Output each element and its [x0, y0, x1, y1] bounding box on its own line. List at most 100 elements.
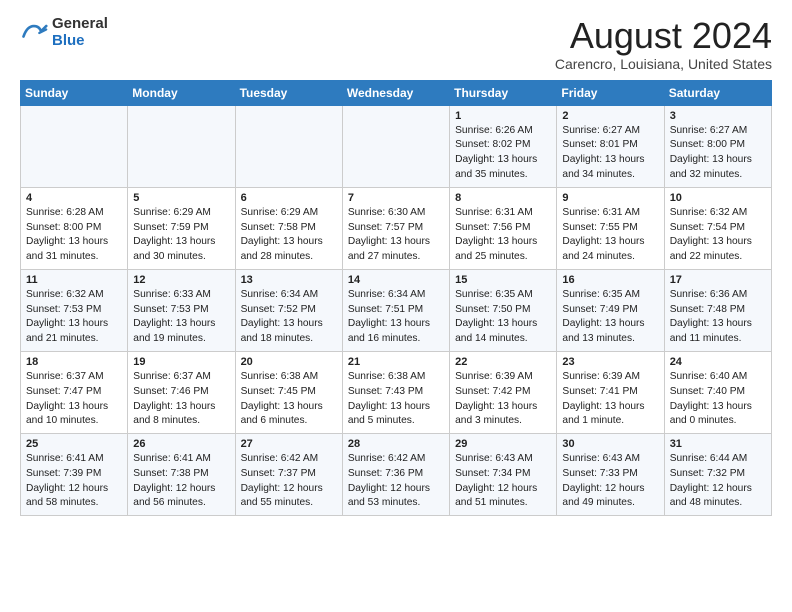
calendar-cell: 29 Sunrise: 6:43 AM Sunset: 7:34 PM Dayli… [450, 434, 557, 516]
day-info: Sunrise: 6:28 AM Sunset: 8:00 PM Dayligh… [26, 206, 122, 265]
title-block: August 2024 Carencro, Louisiana, United … [555, 16, 772, 72]
calendar-week-5: 25Sunrise: 6:41 AM Sunset: 7:39 PM Dayli… [21, 434, 772, 516]
calendar-cell: 9Sunrise: 6:31 AM Sunset: 7:55 PM Daylig… [557, 187, 664, 269]
day-info: Sunrise: 6:32 AM Sunset: 7:54 PM Dayligh… [670, 206, 766, 265]
day-info: Sunrise: 6:40 AM Sunset: 7:40 PM Dayligh… [670, 370, 766, 429]
calendar-cell: 5Sunrise: 6:29 AM Sunset: 7:59 PM Daylig… [128, 187, 235, 269]
calendar-cell: 28 Sunrise: 6:42 AM Sunset: 7:36 PM Dayli… [342, 434, 449, 516]
day-number: 21 [348, 356, 444, 368]
col-wednesday: Wednesday [342, 80, 449, 105]
calendar-cell: 10 Sunrise: 6:32 AM Sunset: 7:54 PM Dayli… [664, 187, 771, 269]
day-info: Sunrise: 6:32 AM Sunset: 7:53 PM Dayligh… [26, 288, 122, 347]
page-container: General Blue August 2024 Carencro, Louis… [0, 0, 792, 526]
day-info: Sunrise: 6:39 AM Sunset: 7:42 PM Dayligh… [455, 370, 551, 429]
day-info: Sunrise: 6:34 AM Sunset: 7:51 PM Dayligh… [348, 288, 444, 347]
calendar-cell: 1 Sunrise: 6:26 AM Sunset: 8:02 PM Daylig… [450, 105, 557, 187]
calendar-cell: 22Sunrise: 6:39 AM Sunset: 7:42 PM Dayli… [450, 351, 557, 433]
calendar-cell: 3Sunrise: 6:27 AM Sunset: 8:00 PM Daylig… [664, 105, 771, 187]
month-title: August 2024 [555, 16, 772, 56]
logo-text: General Blue [52, 16, 108, 49]
day-number: 1 [455, 110, 551, 122]
day-info: Sunrise: 6:31 AM Sunset: 7:55 PM Dayligh… [562, 206, 658, 265]
day-number: 27 [241, 438, 337, 450]
location: Carencro, Louisiana, United States [555, 56, 772, 72]
day-number: 2 [562, 110, 658, 122]
calendar-cell: 30 Sunrise: 6:43 AM Sunset: 7:33 PM Dayli… [557, 434, 664, 516]
calendar-cell: 14 Sunrise: 6:34 AM Sunset: 7:51 PM Dayli… [342, 269, 449, 351]
day-number: 26 [133, 438, 229, 450]
calendar-cell: 8Sunrise: 6:31 AM Sunset: 7:56 PM Daylig… [450, 187, 557, 269]
day-info: Sunrise: 6:34 AM Sunset: 7:52 PM Dayligh… [241, 288, 337, 347]
day-info: Sunrise: 6:26 AM Sunset: 8:02 PM Dayligh… [455, 124, 551, 183]
day-number: 10 [670, 192, 766, 204]
calendar-cell [128, 105, 235, 187]
calendar-cell: 15Sunrise: 6:35 AM Sunset: 7:50 PM Dayli… [450, 269, 557, 351]
calendar-cell [21, 105, 128, 187]
col-friday: Friday [557, 80, 664, 105]
calendar-week-4: 18 Sunrise: 6:37 AM Sunset: 7:47 PM Dayli… [21, 351, 772, 433]
calendar-cell: 2Sunrise: 6:27 AM Sunset: 8:01 PM Daylig… [557, 105, 664, 187]
calendar-cell: 7 Sunrise: 6:30 AM Sunset: 7:57 PM Daylig… [342, 187, 449, 269]
col-thursday: Thursday [450, 80, 557, 105]
col-monday: Monday [128, 80, 235, 105]
day-number: 14 [348, 274, 444, 286]
logo-general: General [52, 16, 108, 33]
day-info: Sunrise: 6:42 AM Sunset: 7:36 PM Dayligh… [348, 452, 444, 511]
day-number: 20 [241, 356, 337, 368]
day-number: 29 [455, 438, 551, 450]
day-info: Sunrise: 6:42 AM Sunset: 7:37 PM Dayligh… [241, 452, 337, 511]
day-number: 30 [562, 438, 658, 450]
day-info: Sunrise: 6:38 AM Sunset: 7:43 PM Dayligh… [348, 370, 444, 429]
day-number: 17 [670, 274, 766, 286]
logo: General Blue [20, 16, 108, 49]
calendar-cell [235, 105, 342, 187]
calendar-cell [342, 105, 449, 187]
day-info: Sunrise: 6:43 AM Sunset: 7:33 PM Dayligh… [562, 452, 658, 511]
day-number: 13 [241, 274, 337, 286]
day-number: 8 [455, 192, 551, 204]
day-number: 7 [348, 192, 444, 204]
day-info: Sunrise: 6:37 AM Sunset: 7:47 PM Dayligh… [26, 370, 122, 429]
day-info: Sunrise: 6:29 AM Sunset: 7:58 PM Dayligh… [241, 206, 337, 265]
calendar-cell: 20 Sunrise: 6:38 AM Sunset: 7:45 PM Dayli… [235, 351, 342, 433]
day-number: 18 [26, 356, 122, 368]
day-info: Sunrise: 6:38 AM Sunset: 7:45 PM Dayligh… [241, 370, 337, 429]
day-info: Sunrise: 6:29 AM Sunset: 7:59 PM Dayligh… [133, 206, 229, 265]
day-info: Sunrise: 6:44 AM Sunset: 7:32 PM Dayligh… [670, 452, 766, 511]
day-number: 4 [26, 192, 122, 204]
col-tuesday: Tuesday [235, 80, 342, 105]
day-info: Sunrise: 6:43 AM Sunset: 7:34 PM Dayligh… [455, 452, 551, 511]
day-info: Sunrise: 6:30 AM Sunset: 7:57 PM Dayligh… [348, 206, 444, 265]
calendar-cell: 19 Sunrise: 6:37 AM Sunset: 7:46 PM Dayli… [128, 351, 235, 433]
logo-icon [20, 19, 48, 47]
calendar-cell: 18 Sunrise: 6:37 AM Sunset: 7:47 PM Dayli… [21, 351, 128, 433]
day-number: 11 [26, 274, 122, 286]
day-info: Sunrise: 6:41 AM Sunset: 7:38 PM Dayligh… [133, 452, 229, 511]
day-info: Sunrise: 6:37 AM Sunset: 7:46 PM Dayligh… [133, 370, 229, 429]
logo-blue: Blue [52, 33, 108, 50]
day-number: 3 [670, 110, 766, 122]
calendar-cell: 6 Sunrise: 6:29 AM Sunset: 7:58 PM Daylig… [235, 187, 342, 269]
calendar-week-3: 11 Sunrise: 6:32 AM Sunset: 7:53 PM Dayli… [21, 269, 772, 351]
calendar-week-2: 4 Sunrise: 6:28 AM Sunset: 8:00 PM Daylig… [21, 187, 772, 269]
day-number: 6 [241, 192, 337, 204]
day-info: Sunrise: 6:41 AM Sunset: 7:39 PM Dayligh… [26, 452, 122, 511]
day-number: 19 [133, 356, 229, 368]
calendar-cell: 26 Sunrise: 6:41 AM Sunset: 7:38 PM Dayli… [128, 434, 235, 516]
calendar-cell: 27 Sunrise: 6:42 AM Sunset: 7:37 PM Dayli… [235, 434, 342, 516]
day-number: 12 [133, 274, 229, 286]
calendar-cell: 17 Sunrise: 6:36 AM Sunset: 7:48 PM Dayli… [664, 269, 771, 351]
calendar-table: Sunday Monday Tuesday Wednesday Thursday… [20, 80, 772, 517]
day-info: Sunrise: 6:36 AM Sunset: 7:48 PM Dayligh… [670, 288, 766, 347]
header: General Blue August 2024 Carencro, Louis… [20, 16, 772, 72]
calendar-cell: 4 Sunrise: 6:28 AM Sunset: 8:00 PM Daylig… [21, 187, 128, 269]
col-saturday: Saturday [664, 80, 771, 105]
day-number: 24 [670, 356, 766, 368]
calendar-cell: 13 Sunrise: 6:34 AM Sunset: 7:52 PM Dayli… [235, 269, 342, 351]
day-number: 16 [562, 274, 658, 286]
day-number: 28 [348, 438, 444, 450]
day-info: Sunrise: 6:35 AM Sunset: 7:50 PM Dayligh… [455, 288, 551, 347]
day-number: 23 [562, 356, 658, 368]
day-info: Sunrise: 6:33 AM Sunset: 7:53 PM Dayligh… [133, 288, 229, 347]
day-number: 31 [670, 438, 766, 450]
